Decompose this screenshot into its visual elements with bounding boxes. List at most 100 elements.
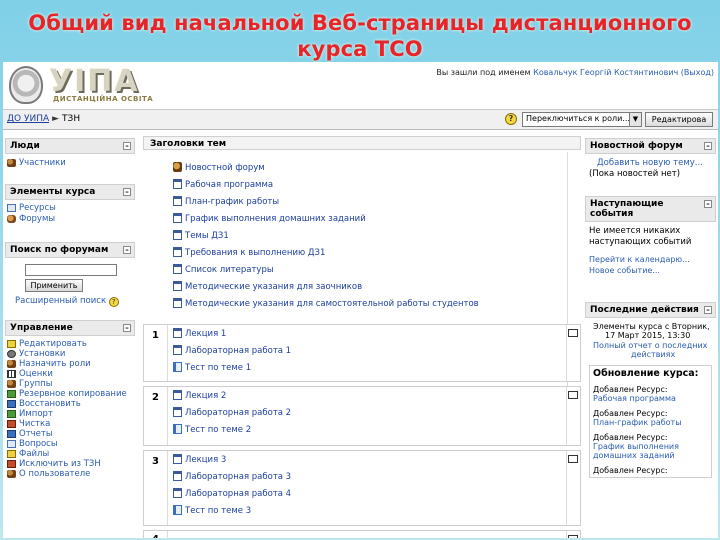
collapse-icon[interactable]: –: [704, 142, 712, 150]
activity-guidelines-self-study[interactable]: Методические указания для самостоятельно…: [173, 298, 479, 310]
activity-test-1[interactable]: Тест по теме 1: [173, 362, 251, 374]
collapse-icon[interactable]: –: [704, 200, 712, 208]
edit-mode-button[interactable]: Редактирова: [645, 112, 713, 127]
show-only-topic-icon[interactable]: [568, 329, 578, 337]
add-topic-link[interactable]: Добавить новую тему...: [597, 158, 716, 168]
questions-icon: [7, 440, 16, 448]
activity-lecture-1[interactable]: Лекция 1: [173, 328, 226, 340]
activity-lecture-3[interactable]: Лекция 3: [173, 454, 226, 466]
activity-label: Требования к выполнению ДЗ1: [185, 248, 326, 258]
course-elements-title: Элементы курса: [10, 187, 96, 197]
participants-label: Участники: [19, 158, 66, 168]
admin-item-groups[interactable]: Группы: [5, 379, 135, 389]
activity-label: Темы ДЗ1: [185, 231, 229, 241]
show-only-topic-icon[interactable]: [568, 391, 578, 399]
resource-icon: [173, 407, 182, 417]
resource-icon: [173, 179, 182, 189]
update-item-link[interactable]: Рабочая программа: [593, 394, 708, 403]
admin-item-questions[interactable]: Вопросы: [5, 439, 135, 449]
topics-heading: Заголовки тем: [143, 136, 581, 150]
chevron-down-icon[interactable]: ▼: [629, 113, 641, 126]
site-logo[interactable]: УІПА: [49, 64, 140, 99]
activity-dz1-requirements[interactable]: Требования к выполнению ДЗ1: [173, 247, 325, 259]
help-icon[interactable]: ?: [108, 297, 119, 307]
show-only-topic-icon[interactable]: [568, 535, 578, 538]
activity-work-program[interactable]: Рабочая программа: [173, 179, 273, 191]
resource-icon: [173, 230, 182, 240]
forums-link[interactable]: Форумы: [5, 214, 135, 224]
collapse-icon[interactable]: –: [123, 246, 131, 254]
admin-item-assign-roles[interactable]: Назначить роли: [5, 359, 135, 369]
breadcrumb-course: ТЗН: [62, 114, 81, 124]
admin-item-files[interactable]: Файлы: [5, 449, 135, 459]
show-only-topic-icon[interactable]: [568, 455, 578, 463]
admin-item-reset[interactable]: Чистка: [5, 419, 135, 429]
activity-lab-4[interactable]: Лабораторная работа 4: [173, 488, 291, 500]
unenrol-icon: [7, 460, 16, 468]
activity-guidelines-extramural[interactable]: Методические указания для заочников: [173, 281, 362, 293]
admin-item-unenrol[interactable]: Исключить из ТЗН: [5, 459, 135, 469]
activity-lab-3[interactable]: Лабораторная работа 3: [173, 471, 291, 483]
reports-icon: [7, 430, 16, 438]
activity-dz1-topics[interactable]: Темы ДЗ1: [173, 230, 229, 242]
activity-lab-2[interactable]: Лабораторная работа 2: [173, 407, 291, 419]
activity-news-forum[interactable]: Новостной форум: [173, 162, 265, 174]
collapse-icon[interactable]: –: [123, 142, 131, 150]
admin-item-label: Резервное копирование: [19, 389, 127, 399]
activity-lecture-2[interactable]: Лекция 2: [173, 390, 226, 402]
recent-activity-title: Последние действия: [590, 305, 699, 315]
roles-icon: [7, 360, 16, 368]
activity-label: Лекция 3: [185, 455, 227, 465]
activity-label: Тест по теме 2: [185, 425, 252, 435]
participants-link[interactable]: Участники: [5, 158, 135, 168]
update-item-link[interactable]: График выполнения: [593, 442, 708, 451]
no-events-text-2: наступающих событий: [589, 237, 692, 247]
forum-search-input[interactable]: [25, 264, 117, 276]
activity-literature[interactable]: Список литературы: [173, 264, 274, 276]
resources-link[interactable]: Ресурсы: [5, 203, 135, 213]
upcoming-events-header: Наступающие события –: [585, 196, 716, 222]
course-updates-title: Обновление курса:: [593, 368, 699, 379]
switch-role-select[interactable]: Переключиться к роли... ▼: [522, 112, 642, 127]
admin-item-label: Чистка: [19, 419, 51, 429]
update-item-link[interactable]: План-график работы: [593, 418, 708, 427]
forum-search-button[interactable]: Применить: [25, 279, 83, 292]
groups-icon: [7, 380, 16, 388]
activity-homework-schedule[interactable]: График выполнения домашних заданий: [173, 213, 366, 225]
admin-item-reports[interactable]: Отчеты: [5, 429, 135, 439]
activity-test-2[interactable]: Тест по теме 2: [173, 424, 251, 436]
admin-item-grades[interactable]: Оценки: [5, 369, 135, 379]
admin-item-label: Файлы: [19, 449, 50, 459]
calendar-link[interactable]: Перейти к календарю...: [589, 255, 716, 264]
update-item-link-cont[interactable]: домашних заданий: [593, 451, 708, 460]
forum-icon: [173, 162, 182, 172]
people-icon: [7, 159, 16, 167]
admin-item-edit[interactable]: Редактировать: [5, 339, 135, 349]
new-event-link[interactable]: Новое событие...: [589, 266, 716, 275]
collapse-icon[interactable]: –: [123, 188, 131, 196]
advanced-search-link[interactable]: Расширенный поиск: [15, 296, 106, 306]
breadcrumb-home-link[interactable]: ДО УИПА: [7, 114, 49, 124]
activity-lab-1[interactable]: Лабораторная работа 1: [173, 345, 291, 357]
full-report-link-1[interactable]: Полный отчет о последних: [593, 341, 716, 350]
folder-icon: [7, 450, 16, 458]
help-icon[interactable]: ?: [505, 113, 517, 125]
collapse-icon[interactable]: –: [704, 306, 712, 314]
activity-work-plan[interactable]: План-график работы: [173, 196, 279, 208]
admin-item-import[interactable]: Импорт: [5, 409, 135, 419]
login-user-link[interactable]: Ковальчук Георгій Костянтинович (Выход): [533, 68, 714, 77]
admin-item-settings[interactable]: Установки: [5, 349, 135, 359]
activity-label: Рабочая программа: [185, 180, 274, 190]
admin-item-profile[interactable]: О пользователе: [5, 469, 135, 479]
admin-item-backup[interactable]: Резервное копирование: [5, 389, 135, 399]
collapse-icon[interactable]: –: [123, 324, 131, 332]
admin-item-restore[interactable]: Восстановить: [5, 399, 135, 409]
university-seal-icon: [9, 66, 43, 104]
resource-icon: [173, 247, 182, 257]
breadcrumb: ДО УИПА ► ТЗН: [7, 114, 80, 124]
topic-number: 3: [152, 456, 159, 467]
activity-test-3[interactable]: Тест по теме 3: [173, 505, 251, 517]
activity-label: Новостной форум: [185, 163, 265, 173]
full-report-link-2[interactable]: действиях: [631, 350, 716, 359]
site-header: УІПА ДИСТАНЦІЙНА ОСВІТА Вы зашли под име…: [3, 62, 718, 110]
